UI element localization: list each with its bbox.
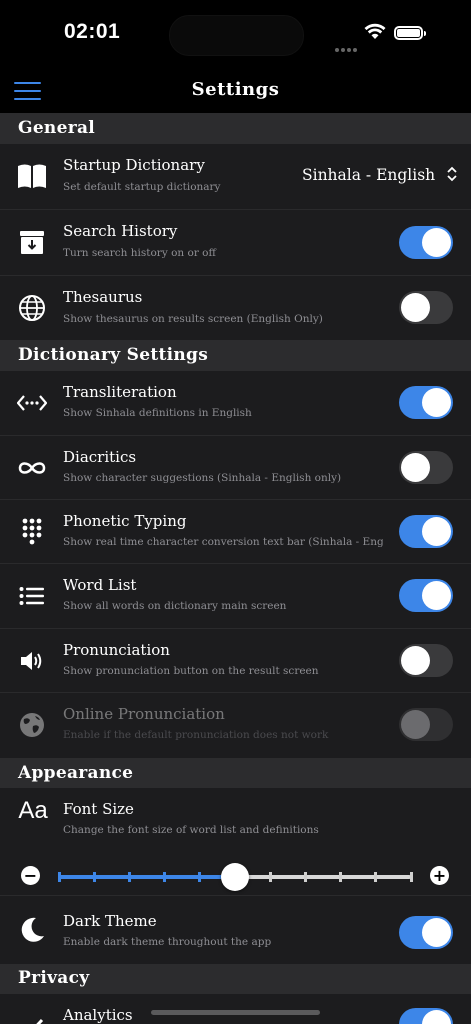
archive-icon: [17, 227, 47, 257]
slider-tick: [303, 872, 307, 882]
search-history-toggle[interactable]: [399, 226, 453, 259]
row-title: Font Size: [63, 800, 134, 818]
slider-tick: [268, 872, 272, 882]
keypad-icon: [17, 517, 47, 547]
slider-tick: [163, 872, 167, 882]
row-title: Dark Theme: [63, 912, 157, 930]
dark-theme-toggle[interactable]: [399, 916, 453, 949]
slider-tick: [57, 872, 61, 882]
slider-tick: [374, 872, 378, 882]
row-title: Diacritics: [63, 448, 137, 466]
row-subtitle: Turn search history on or off: [63, 247, 216, 259]
row-subtitle: Enable dark theme throughout the app: [63, 936, 272, 948]
list-icon: [17, 581, 47, 611]
slider-fill: [59, 875, 235, 879]
row-subtitle: Show all words on dictionary main screen: [63, 600, 287, 612]
row-word-list: Word List Show all words on dictionary m…: [0, 564, 471, 629]
speaker-icon: [17, 646, 47, 676]
status-bar: 02:01: [0, 0, 471, 70]
thesaurus-toggle[interactable]: [399, 291, 453, 324]
row-title: Startup Dictionary: [63, 156, 205, 174]
row-diacritics: Diacritics Show character suggestions (S…: [0, 436, 471, 500]
row-title: Pronunciation: [63, 641, 170, 659]
font-size-icon: Aa: [18, 797, 48, 824]
infinity-icon: [17, 453, 47, 483]
row-title: Phonetic Typing: [63, 512, 187, 530]
wifi-icon: [364, 23, 386, 44]
diacritics-toggle[interactable]: [399, 451, 453, 484]
startup-dictionary-select[interactable]: Sinhala - English: [302, 166, 458, 186]
row-search-history: Search History Turn search history on or…: [0, 210, 471, 276]
phonetic-typing-toggle[interactable]: [399, 515, 453, 548]
row-dark-theme: Dark Theme Enable dark theme throughout …: [0, 896, 471, 964]
row-subtitle: Change the font size of word list and de…: [63, 824, 319, 836]
signal-icon: [335, 37, 359, 56]
section-title: Appearance: [18, 763, 134, 783]
globe-icon: [17, 293, 47, 323]
moon-icon: [17, 915, 47, 945]
slider-tick: [127, 872, 131, 882]
row-analytics: Analytics: [0, 994, 471, 1024]
code-arrows-icon: [17, 388, 47, 418]
nav-bar: Settings: [0, 70, 471, 113]
earth-icon: [17, 710, 47, 740]
word-list-toggle[interactable]: [399, 579, 453, 612]
pronunciation-toggle[interactable]: [399, 644, 453, 677]
font-size-slider-row: − +: [0, 856, 471, 896]
section-dictionary-settings: Dictionary Settings: [0, 340, 471, 371]
row-title: Search History: [63, 222, 178, 240]
select-value: Sinhala - English: [302, 166, 436, 184]
analytics-toggle[interactable]: [399, 1008, 453, 1024]
section-title: Privacy: [18, 968, 90, 988]
row-subtitle: Show character suggestions (Sinhala - En…: [63, 472, 342, 484]
slider-tick: [409, 872, 413, 882]
plus-icon[interactable]: +: [430, 866, 449, 885]
row-title: Transliteration: [63, 383, 177, 401]
row-thesaurus: Thesaurus Show thesaurus on results scre…: [0, 276, 471, 340]
row-subtitle: Show pronunciation button on the result …: [63, 665, 319, 677]
page-title: Settings: [191, 79, 280, 100]
slider-tick: [198, 872, 202, 882]
slider-thumb[interactable]: [221, 863, 249, 891]
checkmark-icon: [17, 1012, 47, 1024]
font-size-slider[interactable]: [57, 863, 413, 891]
home-indicator: [151, 1010, 320, 1015]
row-phonetic-typing: Phonetic Typing Show real time character…: [0, 500, 471, 564]
slider-tick: [339, 872, 343, 882]
battery-icon: [394, 26, 426, 40]
dynamic-island: [169, 15, 304, 56]
book-icon: [17, 161, 47, 191]
online-pronunciation-toggle[interactable]: [399, 708, 453, 741]
row-subtitle: Show real time character conversion text…: [63, 536, 383, 548]
row-subtitle: Show thesaurus on results screen (Englis…: [63, 313, 323, 325]
section-appearance: Appearance: [0, 758, 471, 788]
row-title: Thesaurus: [63, 288, 143, 306]
row-title: Word List: [63, 576, 137, 594]
row-title: Online Pronunciation: [63, 705, 225, 723]
section-privacy: Privacy: [0, 964, 471, 994]
chevron-up-down-icon: [446, 166, 458, 186]
row-subtitle: Enable if the default pronunciation does…: [63, 729, 329, 741]
section-title: Dictionary Settings: [18, 345, 209, 365]
slider-tick: [92, 872, 96, 882]
row-startup-dictionary[interactable]: Startup Dictionary Set default startup d…: [0, 144, 471, 210]
row-online-pronunciation: Online Pronunciation Enable if the defau…: [0, 693, 471, 758]
row-subtitle: Show Sinhala definitions in English: [63, 407, 252, 419]
section-title: General: [18, 118, 96, 138]
status-time: 02:01: [64, 20, 121, 43]
section-general: General: [0, 113, 471, 144]
row-pronunciation: Pronunciation Show pronunciation button …: [0, 629, 471, 693]
row-transliteration: Transliteration Show Sinhala definitions…: [0, 371, 471, 436]
row-title: Analytics: [63, 1006, 133, 1024]
row-font-size: Aa Font Size Change the font size of wor…: [0, 788, 471, 856]
transliteration-toggle[interactable]: [399, 386, 453, 419]
minus-icon[interactable]: −: [21, 866, 40, 885]
